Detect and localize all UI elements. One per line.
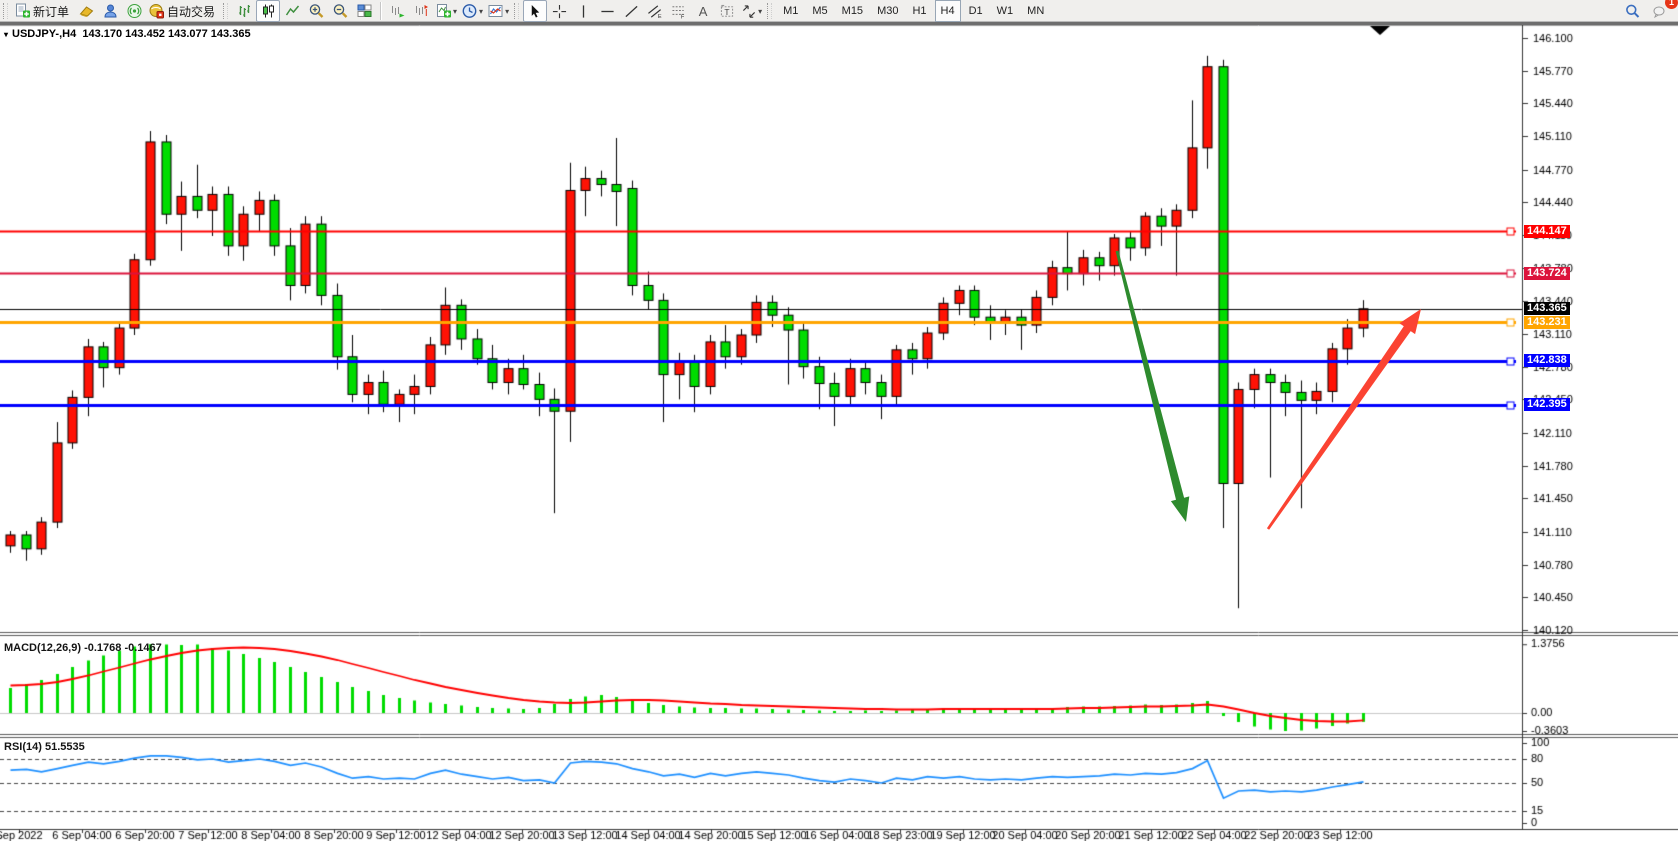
search-button[interactable] [1620,0,1644,22]
bar-chart-button[interactable] [232,0,256,22]
line-chart-icon [284,3,301,19]
arrows-icon [741,4,757,19]
new-order-icon [14,3,31,19]
macd-indicator-label: MACD(12,26,9) -0.1768 -0.1467 [4,642,162,654]
auto-trading-icon [148,3,165,19]
tile-windows-icon [356,3,373,19]
chevron-down-icon: ▾ [479,7,483,16]
trend-line-button[interactable] [619,0,643,22]
chevron-down-icon: ▾ [758,7,762,16]
tile-windows-button[interactable] [352,0,376,22]
trend-line-icon [624,4,639,19]
search-icon [1624,3,1641,19]
rsi-indicator-label: RSI(14) 51.5535 [4,741,85,753]
zoom-out-icon [332,3,349,19]
toolbar-grip [767,3,772,19]
cursor-icon [528,4,543,19]
text-label-icon: T [719,4,735,19]
chart-title: ▾ USDJPY-,H4 143.170 143.452 143.077 143.… [4,28,251,40]
fibonacci-icon: F [671,4,687,19]
zoom-out-button[interactable] [328,0,352,22]
equidistant-channel-icon: E [647,4,663,19]
toolbar: 新订单 自动交易 [0,0,1678,25]
horizontal-line-icon [600,4,615,19]
cursor-button[interactable] [523,0,547,22]
chat-user-icon [102,3,119,19]
chevron-down-icon: ▾ [453,7,457,16]
templates-icon [487,3,504,19]
periods-icon [461,3,478,19]
price-axis-label[interactable]: 142.838 [1524,354,1570,367]
mql5-community-icon [78,3,95,19]
arrows-button[interactable]: ▾ [739,0,764,22]
toolbar-grip [223,3,228,19]
toolbar-grip [514,3,519,19]
timeframe-w1[interactable]: W1 [991,0,1020,22]
auto-scroll-button[interactable] [385,0,409,22]
chat-user-button[interactable] [98,0,122,22]
indicators-button[interactable]: ▾ [433,0,459,22]
equidistant-channel-button[interactable]: E [643,0,667,22]
crosshair-icon [552,4,567,19]
timeframe-mn[interactable]: MN [1021,0,1050,22]
price-axis-label[interactable]: 143.724 [1524,267,1570,280]
auto-scroll-icon [389,3,406,19]
signals-icon [126,3,143,19]
chart-shift-icon [413,3,430,19]
price-axis-label[interactable]: 144.147 [1524,225,1570,238]
text-icon: A [699,5,708,18]
auto-trading-label: 自动交易 [167,3,215,20]
timeframe-m1[interactable]: M1 [777,0,804,22]
timeframe-m15[interactable]: M15 [836,0,869,22]
chevron-down-icon: ▾ [505,7,509,16]
chart-symbol-period: USDJPY-,H4 [12,28,76,40]
zoom-in-icon [308,3,325,19]
toolbar-grip [3,3,8,19]
timeframe-m30[interactable]: M30 [871,0,904,22]
timeframe-h4[interactable]: H4 [935,0,961,22]
templates-button[interactable]: ▾ [485,0,511,22]
svg-text:F: F [681,14,685,18]
horizontal-line-button[interactable] [595,0,619,22]
price-chart-canvas[interactable] [0,25,1678,841]
chart-ohlc-values: 143.170 143.452 143.077 143.365 [82,28,250,40]
vertical-line-button[interactable] [571,0,595,22]
candlestick-chart-button[interactable] [256,0,280,22]
text-label-button[interactable]: T [715,0,739,22]
timeframe-h1[interactable]: H1 [906,0,932,22]
price-axis-label[interactable]: 143.365 [1524,302,1570,315]
mt4-window: 新订单 自动交易 [0,0,1678,841]
new-order-label: 新订单 [33,3,69,20]
periods-button[interactable]: ▾ [459,0,485,22]
candlestick-chart-icon [260,3,277,19]
chart-dropdown-icon[interactable]: ▾ [4,30,8,39]
indicators-icon [435,3,452,19]
chart-area: ▾ USDJPY-,H4 143.170 143.452 143.077 143.… [0,25,1678,841]
notification-badge: 1 [1665,0,1678,9]
crosshair-button[interactable] [547,0,571,22]
svg-text:E: E [658,14,662,19]
vertical-line-icon [576,4,591,19]
line-chart-button[interactable] [280,0,304,22]
mql5-community-button[interactable] [74,0,98,22]
fibonacci-button[interactable]: F [667,0,691,22]
notifications-button[interactable]: 1 [1648,0,1672,22]
chart-shift-button[interactable] [409,0,433,22]
zoom-in-button[interactable] [304,0,328,22]
bar-chart-icon [236,3,253,19]
new-order-button[interactable]: 新订单 [12,0,74,22]
price-axis-label[interactable]: 142.395 [1524,398,1570,411]
timeframe-d1[interactable]: D1 [963,0,989,22]
auto-trading-button[interactable]: 自动交易 [146,0,220,22]
timeframe-m5[interactable]: M5 [806,0,833,22]
svg-text:T: T [724,6,729,16]
toolbar-separator [380,2,381,20]
text-button[interactable]: A [691,0,715,22]
price-axis-label[interactable]: 143.231 [1524,316,1570,329]
signals-button[interactable] [122,0,146,22]
